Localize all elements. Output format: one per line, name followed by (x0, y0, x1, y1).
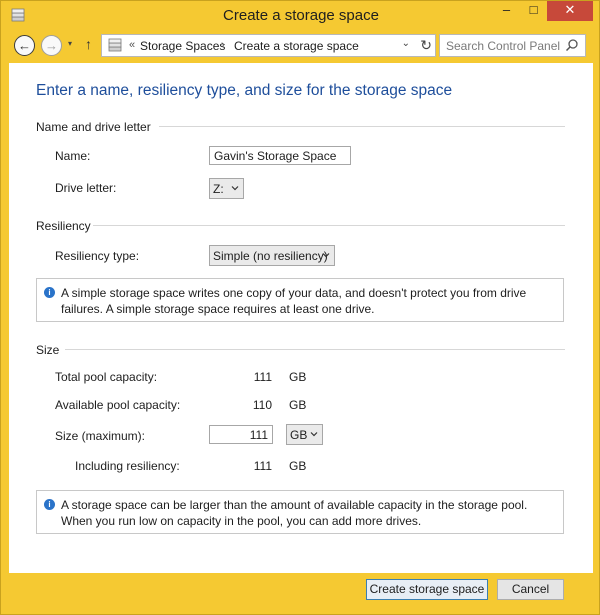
resiliency-type-select[interactable]: Simple (no resiliency) (209, 245, 335, 266)
breadcrumb-overflow[interactable]: « (129, 39, 135, 51)
forward-button[interactable]: → (41, 35, 62, 56)
address-bar-row: ← → ▾ ↑ « Storage Spaces › Create a stor… (9, 33, 593, 59)
size-field[interactable]: 111 (209, 425, 273, 444)
drive-letter-select[interactable]: Z: (209, 178, 244, 199)
breadcrumb-separator[interactable]: › (221, 39, 225, 51)
including-resiliency-unit: GB (289, 459, 307, 473)
including-resiliency-label: Including resiliency: (75, 459, 180, 473)
section-size: Size (36, 343, 60, 357)
size-maximum-label: Size (maximum): (55, 429, 146, 443)
close-button[interactable]: ✕ (547, 1, 593, 21)
section-divider (159, 126, 565, 127)
address-box[interactable]: « Storage Spaces › Create a storage spac… (101, 34, 436, 57)
search-icon[interactable] (565, 38, 579, 52)
window: Create a storage space – □ ✕ ← → ▾ ↑ « S… (0, 0, 600, 615)
search-placeholder: Search Control Panel (446, 39, 561, 53)
info-icon: i (44, 287, 55, 298)
info-icon: i (44, 499, 55, 510)
resiliency-type-label: Resiliency type: (55, 249, 140, 263)
section-resiliency: Resiliency (36, 219, 91, 233)
size-info-box: i A storage space can be larger than the… (36, 490, 564, 534)
available-capacity-value: 110 (252, 398, 272, 412)
including-resiliency-value: 111 (253, 459, 272, 473)
breadcrumb-storage-spaces[interactable]: Storage Spaces (140, 39, 225, 53)
minimize-button[interactable]: – (493, 1, 520, 21)
chevron-down-icon (322, 253, 330, 258)
size-unit-value: GB (290, 428, 308, 442)
section-name-drive-letter: Name and drive letter (36, 120, 151, 134)
name-label: Name: (55, 149, 91, 163)
content-pane: Enter a name, resiliency type, and size … (9, 63, 593, 573)
resiliency-info-text: A simple storage space writes one copy o… (61, 286, 527, 316)
total-capacity-value: 111 (253, 370, 272, 384)
drive-letter-value: Z: (213, 182, 224, 196)
address-dropdown-icon[interactable]: ⌄ (402, 38, 410, 49)
storage-spaces-icon (108, 38, 122, 52)
available-capacity-label: Available pool capacity: (55, 398, 181, 412)
total-capacity-label: Total pool capacity: (55, 370, 158, 384)
size-info-text: A storage space can be larger than the a… (61, 498, 528, 528)
total-capacity-unit: GB (289, 370, 307, 384)
drive-letter-label: Drive letter: (55, 181, 117, 195)
resiliency-info-box: i A simple storage space writes one copy… (36, 278, 564, 322)
section-divider (65, 349, 565, 350)
create-storage-space-button[interactable]: Create storage space (366, 579, 488, 600)
size-unit-select[interactable]: GB (286, 424, 323, 445)
chevron-down-icon (310, 432, 318, 437)
refresh-button[interactable]: ↻ (420, 37, 432, 54)
breadcrumb-create-storage-space[interactable]: Create a storage space (234, 39, 359, 53)
section-divider (93, 225, 565, 226)
name-field[interactable]: Gavin's Storage Space (209, 146, 351, 165)
resiliency-type-value: Simple (no resiliency) (213, 249, 328, 263)
recent-locations-button[interactable]: ▾ (68, 39, 72, 48)
available-capacity-unit: GB (289, 398, 307, 412)
page-heading: Enter a name, resiliency type, and size … (36, 82, 453, 99)
search-input[interactable]: Search Control Panel (439, 34, 586, 57)
chevron-down-icon (231, 186, 239, 191)
maximize-button[interactable]: □ (520, 1, 547, 21)
up-button[interactable]: ↑ (85, 36, 92, 52)
title-bar[interactable]: Create a storage space – □ ✕ (1, 1, 600, 31)
back-button[interactable]: ← (14, 35, 35, 56)
cancel-button[interactable]: Cancel (497, 579, 564, 600)
